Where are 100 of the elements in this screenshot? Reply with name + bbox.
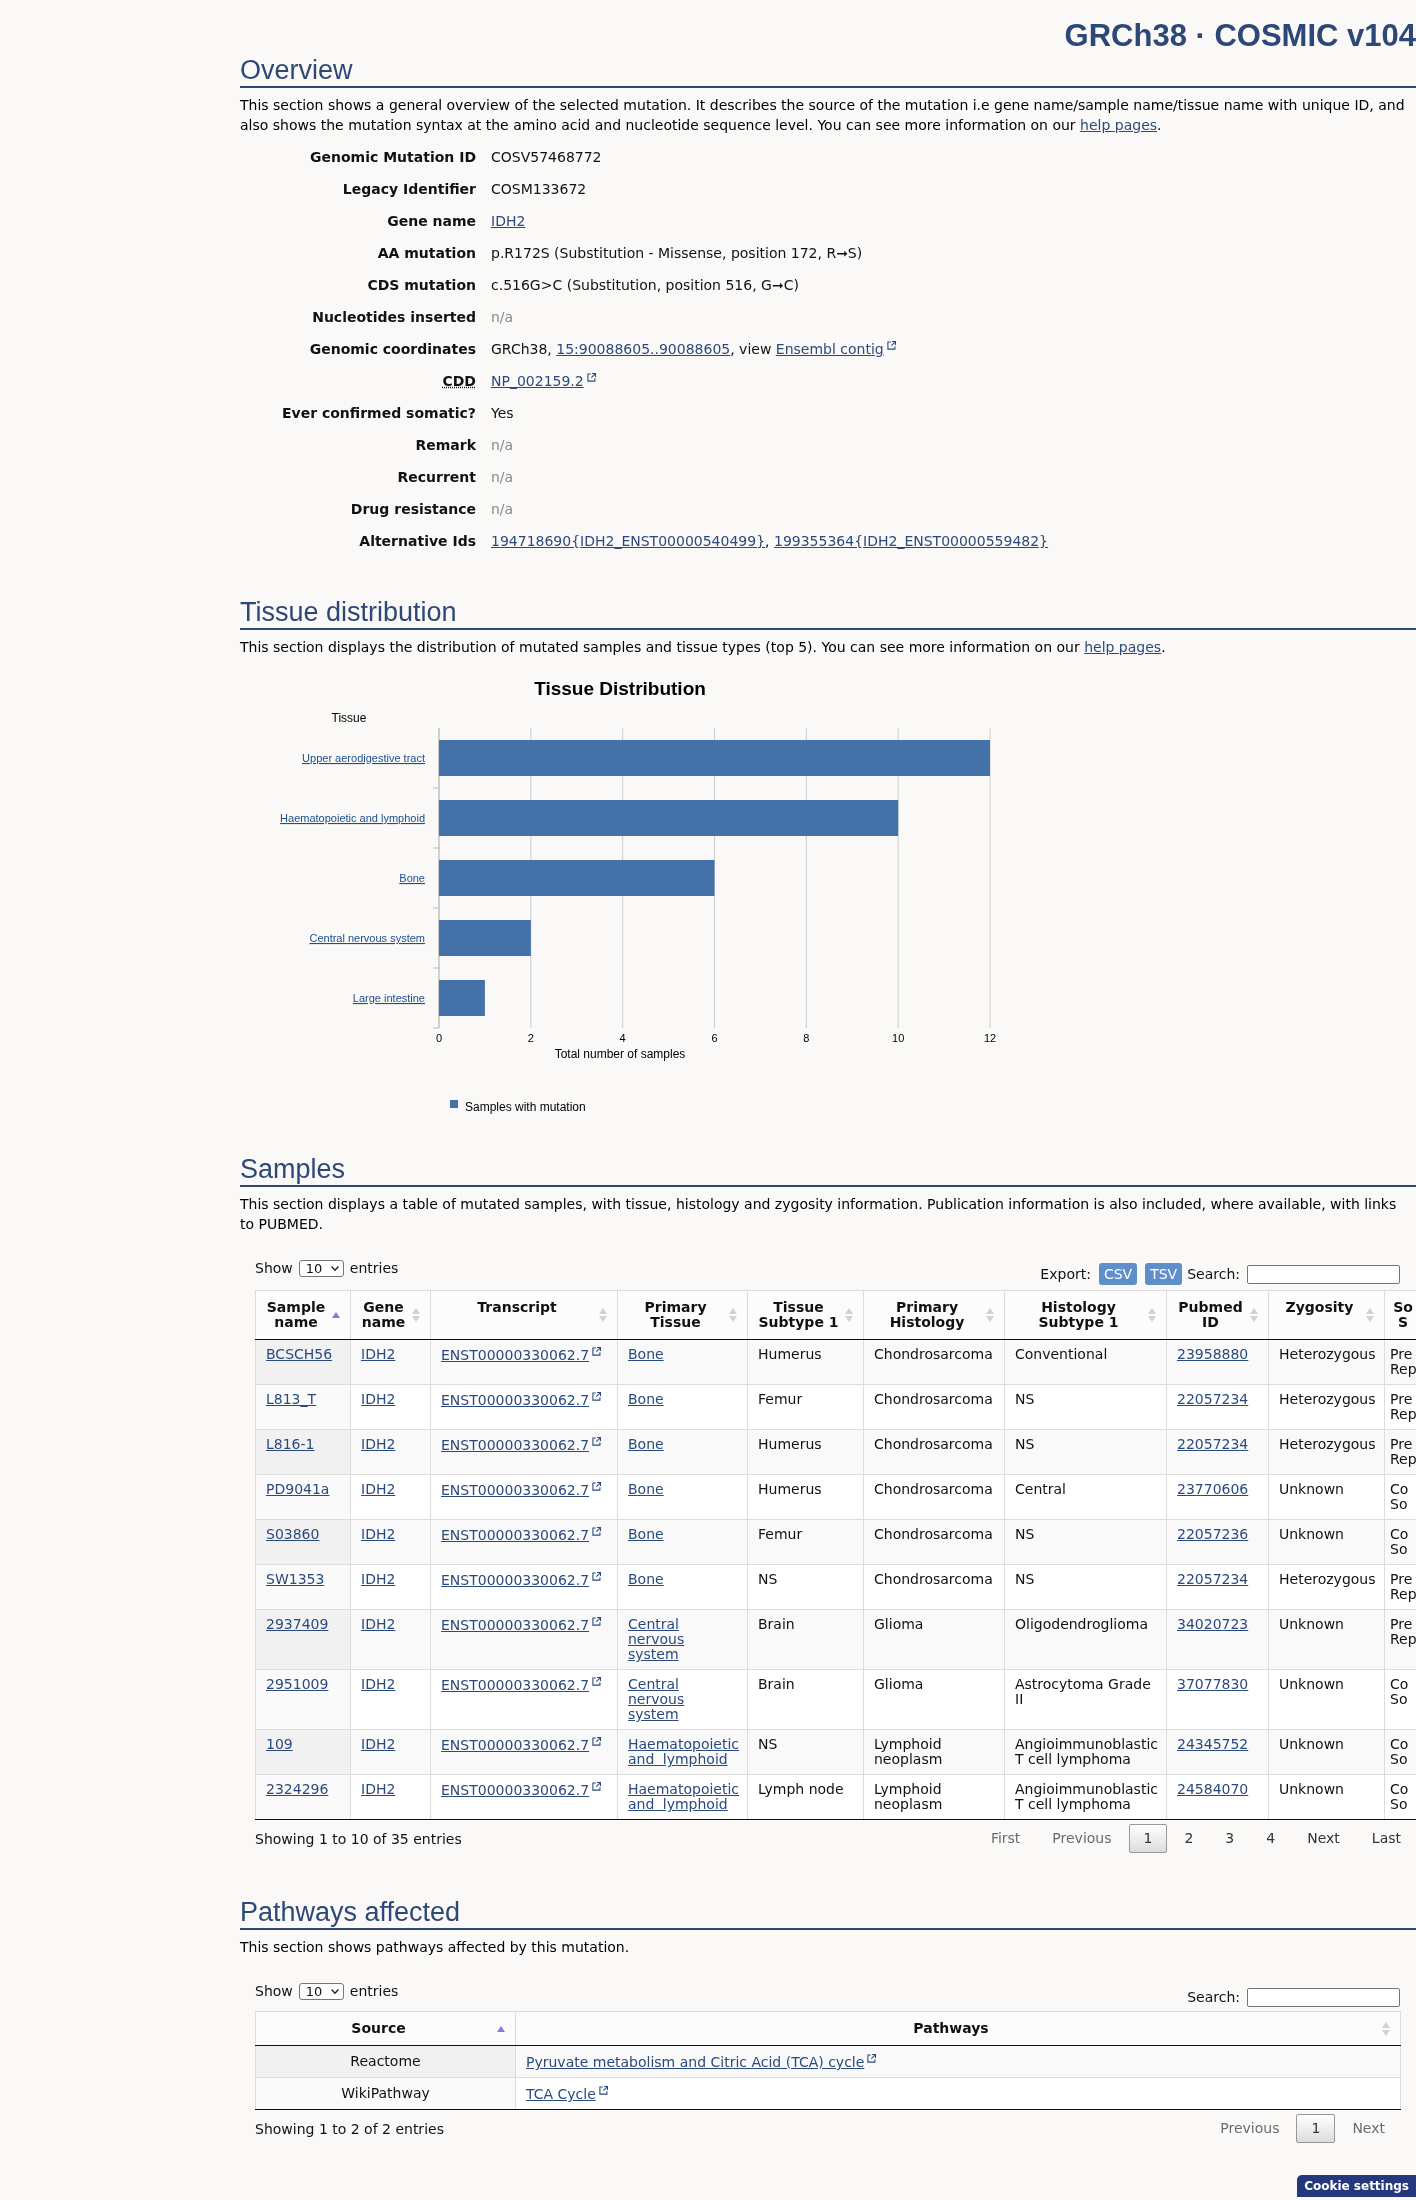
category-link[interactable]: Upper aerodigestive tract (302, 752, 425, 764)
table-cell: Chondrosarcoma (863, 1339, 1005, 1385)
column-header[interactable]: Sample name (255, 1290, 351, 1340)
entries-select[interactable]: 10 (298, 1982, 344, 2000)
search-field[interactable] (1247, 1264, 1400, 1284)
table-link[interactable]: ENST00000330062.7 (441, 1527, 602, 1543)
page-button[interactable]: 2 (1169, 1824, 1209, 1853)
table-link[interactable]: IDH2 (361, 1737, 396, 1752)
category-link[interactable]: Large intestine (352, 992, 425, 1004)
table-link[interactable]: Bone (628, 1392, 664, 1407)
table-link[interactable]: ENST00000330062.7 (441, 1677, 602, 1693)
category-link[interactable]: Central nervous system (309, 932, 425, 944)
table-link[interactable]: BCSCH56 (266, 1347, 333, 1362)
table-link[interactable]: ENST00000330062.7 (441, 1482, 602, 1498)
table-cell: Angioimmunoblastic T cell lymphoma (1004, 1774, 1167, 1820)
table-link[interactable]: ENST00000330062.7 (441, 1572, 602, 1588)
search-label: Search: (1187, 1988, 1240, 2007)
column-header[interactable]: Pubmed ID (1166, 1290, 1269, 1340)
table-link[interactable]: ENST00000330062.7 (441, 1392, 602, 1408)
table-link[interactable]: Bone (628, 1437, 664, 1452)
field-value: 194718690{IDH2_ENST00000540499}, 199355364{IDH2_ENST00000559482} (491, 533, 1049, 549)
column-header[interactable]: Zygosity (1268, 1290, 1385, 1340)
table-link[interactable]: 23958880 (1177, 1347, 1249, 1362)
table-link[interactable]: 109 (266, 1737, 293, 1752)
table-link[interactable]: 2324296 (266, 1782, 329, 1797)
page-button[interactable]: 1 (1296, 2114, 1336, 2143)
value-link[interactable]: 15:90088605..90088605 (556, 341, 731, 357)
table-link[interactable]: Bone (628, 1347, 664, 1362)
table-cell: Pre Rep (1384, 1384, 1416, 1430)
table-link[interactable]: ENST00000330062.7 (441, 1737, 602, 1753)
table-link[interactable]: 2951009 (266, 1677, 329, 1692)
table-link[interactable]: Central nervous system (628, 1677, 741, 1722)
column-header[interactable]: So S (1384, 1290, 1416, 1340)
column-header[interactable]: Tissue Subtype 1 (747, 1290, 864, 1340)
table-link[interactable]: IDH2 (361, 1617, 396, 1632)
page-button[interactable]: 3 (1210, 1824, 1250, 1853)
table-link[interactable]: Bone (628, 1527, 664, 1542)
search-field[interactable] (1247, 1987, 1400, 2007)
table-link[interactable]: Central nervous system (628, 1617, 741, 1662)
table-link[interactable]: ENST00000330062.7 (441, 1617, 602, 1633)
table-link[interactable]: 24345752 (1177, 1737, 1249, 1752)
table-link[interactable]: PD9041a (266, 1482, 330, 1497)
table-cell: Co So (1384, 1474, 1416, 1520)
category-link[interactable]: Bone (399, 872, 425, 884)
column-header[interactable]: Pathways (515, 2011, 1401, 2046)
entries-label: entries (349, 1259, 399, 1278)
table-cell: Unknown (1268, 1474, 1385, 1520)
table-link[interactable]: L813_T (266, 1392, 317, 1407)
table-link[interactable]: IDH2 (361, 1347, 396, 1362)
column-header[interactable]: Transcript (430, 1290, 618, 1340)
table-link[interactable]: 22057234 (1177, 1572, 1249, 1587)
table-link[interactable]: SW1353 (266, 1572, 325, 1587)
table-link[interactable]: ENST00000330062.7 (441, 1782, 602, 1798)
table-link[interactable]: ENST00000330062.7 (441, 1437, 602, 1453)
table-link[interactable]: Haematopoietic and lymphoid (628, 1782, 741, 1812)
page-button[interactable]: 4 (1251, 1824, 1291, 1853)
column-header[interactable]: Primary Tissue (617, 1290, 748, 1340)
table-link[interactable]: TCA Cycle (526, 2086, 608, 2102)
table-link[interactable]: Bone (628, 1482, 664, 1497)
table-link[interactable]: Bone (628, 1572, 664, 1587)
table-link[interactable]: ENST00000330062.7 (441, 1347, 602, 1363)
table-link[interactable]: IDH2 (361, 1782, 396, 1797)
table-link[interactable]: Haematopoietic and lymphoid (628, 1737, 741, 1767)
table-link[interactable]: IDH2 (361, 1392, 396, 1407)
help-link[interactable]: help pages (1084, 639, 1162, 655)
table-link[interactable]: Pyruvate metabolism and Citric Acid (TCA) cycle (526, 2054, 877, 2070)
table-link[interactable]: 24584070 (1177, 1782, 1249, 1797)
value-link[interactable]: IDH2 (491, 213, 526, 229)
value-link[interactable]: 194718690{IDH2_ENST00000540499} (491, 533, 766, 549)
column-header[interactable]: Gene name (350, 1290, 431, 1340)
column-header[interactable]: Histology Subtype 1 (1004, 1290, 1167, 1340)
table-link[interactable]: 23770606 (1177, 1482, 1249, 1497)
table-link[interactable]: IDH2 (361, 1677, 396, 1692)
value-link[interactable]: NP_002159.2 (491, 373, 596, 389)
table-link[interactable]: 22057236 (1177, 1527, 1249, 1542)
legend-swatch-icon (450, 1100, 458, 1108)
value-link[interactable]: 199355364{IDH2_ENST00000559482} (773, 533, 1049, 549)
column-header[interactable]: Source (255, 2011, 516, 2046)
table-link[interactable]: IDH2 (361, 1482, 396, 1497)
cookie-settings-button[interactable]: Cookie settings (1297, 2175, 1416, 2197)
page-button[interactable]: Next (1292, 1824, 1355, 1853)
value-link[interactable]: Ensembl contig (775, 341, 896, 357)
table-link[interactable]: L816-1 (266, 1437, 315, 1452)
table-link[interactable]: IDH2 (361, 1572, 396, 1587)
page-button[interactable]: Last (1356, 1824, 1416, 1853)
table-link[interactable]: 22057234 (1177, 1437, 1249, 1452)
table-link[interactable]: 37077830 (1177, 1677, 1249, 1692)
table-link[interactable]: IDH2 (361, 1437, 396, 1452)
table-link[interactable]: 22057234 (1177, 1392, 1249, 1407)
table-link[interactable]: 2937409 (266, 1617, 329, 1632)
category-link[interactable]: Haematopoietic and lymphoid (280, 812, 425, 824)
table-link[interactable]: S03860 (266, 1527, 320, 1542)
chevron-down-icon (330, 1988, 339, 1994)
table-link[interactable]: IDH2 (361, 1527, 396, 1542)
entries-select[interactable]: 10 (298, 1259, 344, 1277)
tick-label: 2 (527, 1032, 534, 1044)
table-link[interactable]: 34020723 (1177, 1617, 1249, 1632)
table-cell: NS (1004, 1429, 1167, 1475)
page-button[interactable]: 1 (1128, 1824, 1168, 1853)
column-header[interactable]: Primary Histology (863, 1290, 1005, 1340)
